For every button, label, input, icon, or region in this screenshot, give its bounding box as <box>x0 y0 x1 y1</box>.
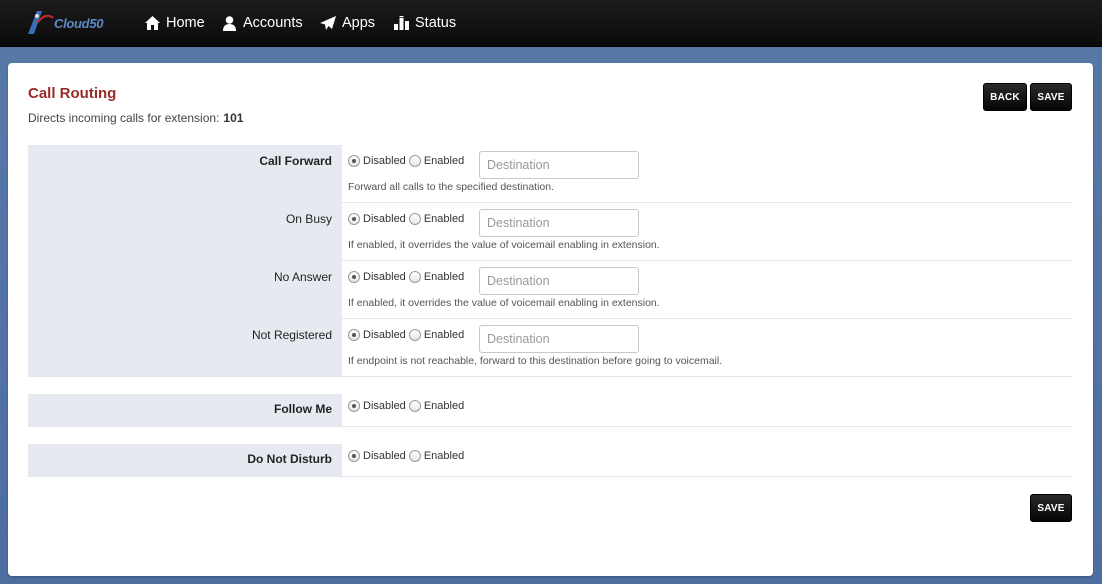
call-forward-radio-group: Disabled Enabled <box>348 155 467 167</box>
do-not-disturb-radio-group: Disabled Enabled <box>348 450 467 462</box>
logo-text: Cloud50 <box>54 16 104 31</box>
disabled-label: Disabled <box>363 213 406 225</box>
not-registered-controls: Disabled Enabled If endpoint is not reac… <box>348 319 1072 376</box>
enabled-label: Enabled <box>423 213 465 225</box>
disabled-label: Disabled <box>363 155 406 167</box>
status-icon <box>394 16 409 30</box>
on-busy-controls: Disabled Enabled If enabled, it override… <box>348 203 1072 260</box>
call-forward-disabled-radio[interactable] <box>348 155 360 167</box>
on-busy-disabled-radio[interactable] <box>348 213 360 225</box>
nav-home[interactable]: Home <box>145 13 205 33</box>
enabled-label: Enabled <box>423 271 465 283</box>
send-icon <box>320 16 336 30</box>
nav-home-label: Home <box>166 15 205 31</box>
nav-accounts-label: Accounts <box>243 15 303 31</box>
on-busy-radio-group: Disabled Enabled <box>348 213 467 225</box>
nav-status[interactable]: Status <box>394 13 456 33</box>
on-busy-row: On Busy Disabled Enabled If enabled, it … <box>28 203 1072 261</box>
call-forward-controls: Disabled Enabled Forward all calls to th… <box>348 145 1072 202</box>
not-registered-help: If endpoint is not reachable, forward to… <box>348 355 723 367</box>
home-icon <box>145 16 160 30</box>
enabled-label: Enabled <box>423 450 465 462</box>
nav-status-label: Status <box>415 15 457 31</box>
not-registered-radio-group: Disabled Enabled <box>348 329 467 341</box>
enabled-label: Enabled <box>423 400 465 412</box>
save-button-top[interactable]: SAVE <box>1030 83 1072 111</box>
no-answer-destination-input[interactable] <box>479 267 639 295</box>
no-answer-enabled-radio[interactable] <box>408 271 421 283</box>
disabled-label: Disabled <box>363 329 406 341</box>
call-forward-row: Call Forward Disabled Enabled Forward al… <box>28 145 1072 203</box>
logo-mark-icon <box>28 11 54 34</box>
on-busy-destination-input[interactable] <box>479 209 639 237</box>
do-not-disturb-controls: Disabled Enabled <box>348 444 1072 476</box>
do-not-disturb-enabled-radio[interactable] <box>408 450 421 462</box>
disabled-label: Disabled <box>363 450 406 462</box>
follow-me-disabled-radio[interactable] <box>348 400 360 412</box>
back-button[interactable]: BACK <box>983 83 1027 111</box>
disabled-label: Disabled <box>363 271 406 283</box>
nav-apps[interactable]: Apps <box>320 13 375 33</box>
follow-me-enabled-radio[interactable] <box>408 400 421 412</box>
disabled-label: Disabled <box>363 400 406 412</box>
call-routing-panel: Call Routing Directs incoming calls for … <box>8 63 1093 576</box>
user-icon <box>223 15 236 31</box>
page-subtitle: Directs incoming calls for extension: 10… <box>28 111 243 125</box>
call-forward-help: Forward all calls to the specified desti… <box>348 181 555 193</box>
do-not-disturb-row: Do Not Disturb Disabled Enabled <box>28 444 1072 477</box>
not-registered-enabled-radio[interactable] <box>408 329 421 341</box>
enabled-label: Enabled <box>423 155 465 167</box>
follow-me-row: Follow Me Disabled Enabled <box>28 394 1072 427</box>
extension-number: 101 <box>223 111 244 125</box>
do-not-disturb-disabled-radio[interactable] <box>348 450 360 462</box>
call-forward-enabled-radio[interactable] <box>408 155 421 167</box>
no-answer-controls: Disabled Enabled If enabled, it override… <box>348 261 1072 318</box>
on-busy-label: On Busy <box>28 203 342 260</box>
no-answer-radio-group: Disabled Enabled <box>348 271 467 283</box>
on-busy-help: If enabled, it overrides the value of vo… <box>348 239 660 251</box>
enabled-label: Enabled <box>423 329 465 341</box>
no-answer-label: No Answer <box>28 261 342 318</box>
call-forward-label: Call Forward <box>28 145 342 202</box>
call-forward-destination-input[interactable] <box>479 151 639 179</box>
cloud50-logo[interactable]: Cloud50 <box>24 8 116 38</box>
top-navbar: Cloud50 Home Accounts Apps Status <box>0 0 1102 47</box>
do-not-disturb-label: Do Not Disturb <box>28 444 342 476</box>
not-registered-label: Not Registered <box>28 319 342 376</box>
not-registered-disabled-radio[interactable] <box>348 329 360 341</box>
follow-me-label: Follow Me <box>28 394 342 426</box>
follow-me-radio-group: Disabled Enabled <box>348 400 467 412</box>
nav-apps-label: Apps <box>342 15 376 31</box>
no-answer-help: If enabled, it overrides the value of vo… <box>348 297 660 309</box>
follow-me-controls: Disabled Enabled <box>348 394 1072 426</box>
page-title: Call Routing <box>28 85 117 102</box>
no-answer-disabled-radio[interactable] <box>348 271 360 283</box>
subtitle-text: Directs incoming calls for extension: <box>28 111 220 125</box>
nav-accounts[interactable]: Accounts <box>222 13 303 33</box>
no-answer-row: No Answer Disabled Enabled If enabled, i… <box>28 261 1072 319</box>
not-registered-destination-input[interactable] <box>479 325 639 353</box>
on-busy-enabled-radio[interactable] <box>408 213 421 225</box>
not-registered-row: Not Registered Disabled Enabled If endpo… <box>28 319 1072 377</box>
save-button-bottom[interactable]: SAVE <box>1030 494 1072 522</box>
